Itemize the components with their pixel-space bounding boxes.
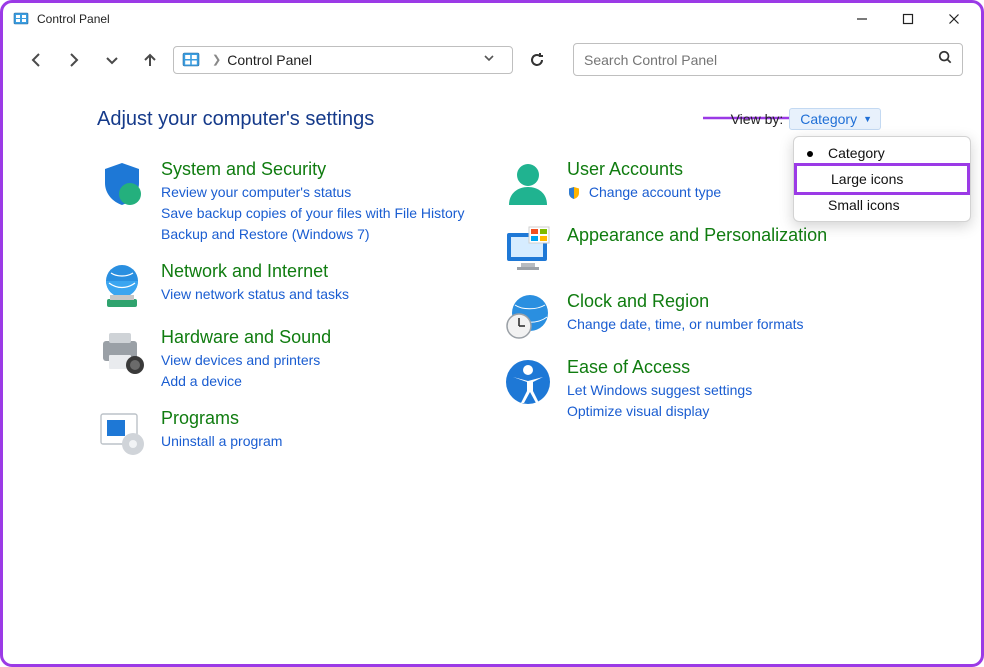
category-network: Network and Internet View network status…: [97, 261, 467, 311]
minimize-button[interactable]: [839, 3, 885, 35]
category-link[interactable]: Review your computer's status: [161, 182, 464, 203]
menu-item-label: Category: [828, 145, 885, 161]
category-clock-region: Clock and Region Change date, time, or n…: [503, 291, 873, 341]
window: Control Panel ❯ Control Panel: [0, 0, 984, 667]
control-panel-icon: [182, 51, 200, 69]
titlebar: Control Panel: [3, 3, 981, 35]
forward-button[interactable]: [59, 45, 89, 75]
category-link[interactable]: Add a device: [161, 371, 331, 392]
category-title[interactable]: Hardware and Sound: [161, 327, 331, 348]
view-by-value: Category: [800, 111, 857, 127]
category-link[interactable]: Change account type: [567, 182, 721, 203]
category-title[interactable]: Ease of Access: [567, 357, 752, 378]
up-button[interactable]: [135, 45, 165, 75]
view-by-dropdown[interactable]: Category ▼: [789, 108, 881, 130]
category-link[interactable]: Let Windows suggest settings: [567, 380, 752, 401]
toolbar: ❯ Control Panel: [3, 35, 981, 86]
bullet-icon: [807, 151, 813, 157]
uac-shield-icon: [567, 186, 581, 200]
back-button[interactable]: [21, 45, 51, 75]
refresh-button[interactable]: [521, 52, 553, 68]
clock-globe-icon: [503, 291, 553, 341]
view-by: View by: Category ▼: [731, 108, 881, 130]
menu-item-label: Large icons: [831, 171, 903, 187]
globe-icon: [97, 261, 147, 311]
menu-item-large-icons[interactable]: Large icons: [794, 163, 970, 195]
category-link[interactable]: View devices and printers: [161, 350, 331, 371]
category-link[interactable]: Optimize visual display: [567, 401, 752, 422]
category-appearance: Appearance and Personalization: [503, 225, 873, 275]
programs-icon: [97, 408, 147, 458]
category-link[interactable]: View network status and tasks: [161, 284, 349, 305]
view-by-menu: Category Large icons Small icons: [793, 136, 971, 222]
content-area: Adjust your computer's settings View by:…: [3, 86, 981, 664]
view-by-label: View by:: [731, 111, 784, 127]
caret-down-icon: ▼: [863, 114, 872, 124]
search-bar[interactable]: [573, 43, 963, 76]
search-icon[interactable]: [938, 50, 952, 69]
category-system-security: System and Security Review your computer…: [97, 159, 467, 245]
maximize-button[interactable]: [885, 3, 931, 35]
close-button[interactable]: [931, 3, 977, 35]
window-title: Control Panel: [37, 12, 110, 26]
category-programs: Programs Uninstall a program: [97, 408, 467, 458]
accessibility-icon: [503, 357, 553, 407]
category-title[interactable]: Clock and Region: [567, 291, 804, 312]
menu-item-label: Small icons: [828, 197, 900, 213]
link-text: Change account type: [589, 184, 721, 200]
recent-locations-button[interactable]: [97, 45, 127, 75]
address-bar[interactable]: ❯ Control Panel: [173, 46, 513, 74]
chevron-right-icon: ❯: [212, 53, 221, 66]
category-title[interactable]: Appearance and Personalization: [567, 225, 827, 246]
printer-icon: [97, 327, 147, 377]
category-title[interactable]: Programs: [161, 408, 282, 429]
category-link[interactable]: Uninstall a program: [161, 431, 282, 452]
control-panel-icon: [13, 11, 29, 27]
category-link[interactable]: Change date, time, or number formats: [567, 314, 804, 335]
category-title[interactable]: Network and Internet: [161, 261, 349, 282]
chevron-down-icon[interactable]: [474, 51, 504, 69]
category-column-left: System and Security Review your computer…: [97, 159, 467, 458]
monitor-icon: [503, 225, 553, 275]
category-ease-of-access: Ease of Access Let Windows suggest setti…: [503, 357, 873, 422]
shield-icon: [97, 159, 147, 209]
menu-item-small-icons[interactable]: Small icons: [794, 192, 970, 218]
category-title[interactable]: System and Security: [161, 159, 464, 180]
category-link[interactable]: Backup and Restore (Windows 7): [161, 224, 464, 245]
category-title[interactable]: User Accounts: [567, 159, 721, 180]
search-input[interactable]: [584, 52, 938, 68]
category-hardware: Hardware and Sound View devices and prin…: [97, 327, 467, 392]
user-icon: [503, 159, 553, 209]
category-link[interactable]: Save backup copies of your files with Fi…: [161, 203, 464, 224]
breadcrumb[interactable]: Control Panel: [227, 52, 312, 68]
